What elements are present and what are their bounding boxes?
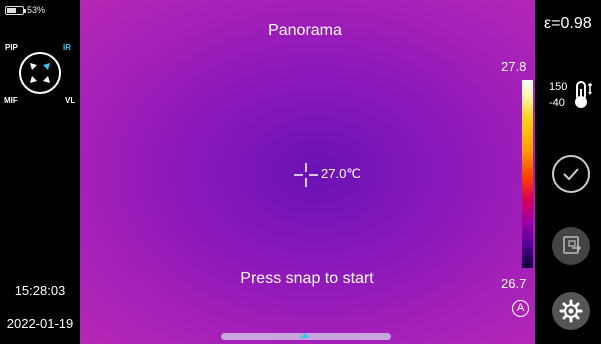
mode-arrows-icon — [30, 63, 50, 83]
emissivity-value[interactable]: ε=0.98 — [544, 15, 592, 33]
scale-min-temp: 26.7 — [501, 276, 527, 291]
clock-time: 15:28:03 — [14, 283, 66, 298]
color-palette-bar[interactable] — [522, 80, 533, 268]
mode-ir[interactable]: IR — [63, 43, 71, 52]
confirm-button[interactable] — [552, 155, 590, 193]
crosshair-icon — [294, 163, 318, 187]
range-high: 150 — [549, 81, 568, 93]
mode-mif[interactable]: MIF — [4, 96, 18, 105]
scale-max-temp: 27.8 — [501, 59, 527, 74]
settings-button[interactable] — [552, 292, 590, 330]
clock-date: 2022-01-19 — [6, 316, 74, 331]
spot-temperature: 27.0℃ — [321, 166, 361, 181]
chevron-up-icon[interactable] — [300, 333, 310, 338]
auto-range-badge[interactable]: A — [512, 300, 529, 317]
mode-vl[interactable]: VL — [65, 96, 75, 105]
gallery-icon — [563, 236, 582, 254]
gallery-button[interactable] — [552, 227, 590, 265]
snap-prompt: Press snap to start — [240, 270, 374, 287]
battery-icon — [5, 6, 26, 15]
thermometer-icon[interactable] — [572, 80, 594, 110]
mode-selector-dial[interactable] — [19, 52, 61, 94]
range-low: -40 — [549, 97, 565, 109]
check-icon — [563, 168, 579, 181]
left-panel: 53% PIP IR MIF VL 15:28:03 2022-01-19 — [0, 0, 80, 344]
page-title: Panorama — [268, 22, 342, 39]
battery-percent: 53% — [27, 5, 46, 15]
gear-icon — [559, 299, 583, 323]
mode-pip[interactable]: PIP — [5, 43, 18, 52]
